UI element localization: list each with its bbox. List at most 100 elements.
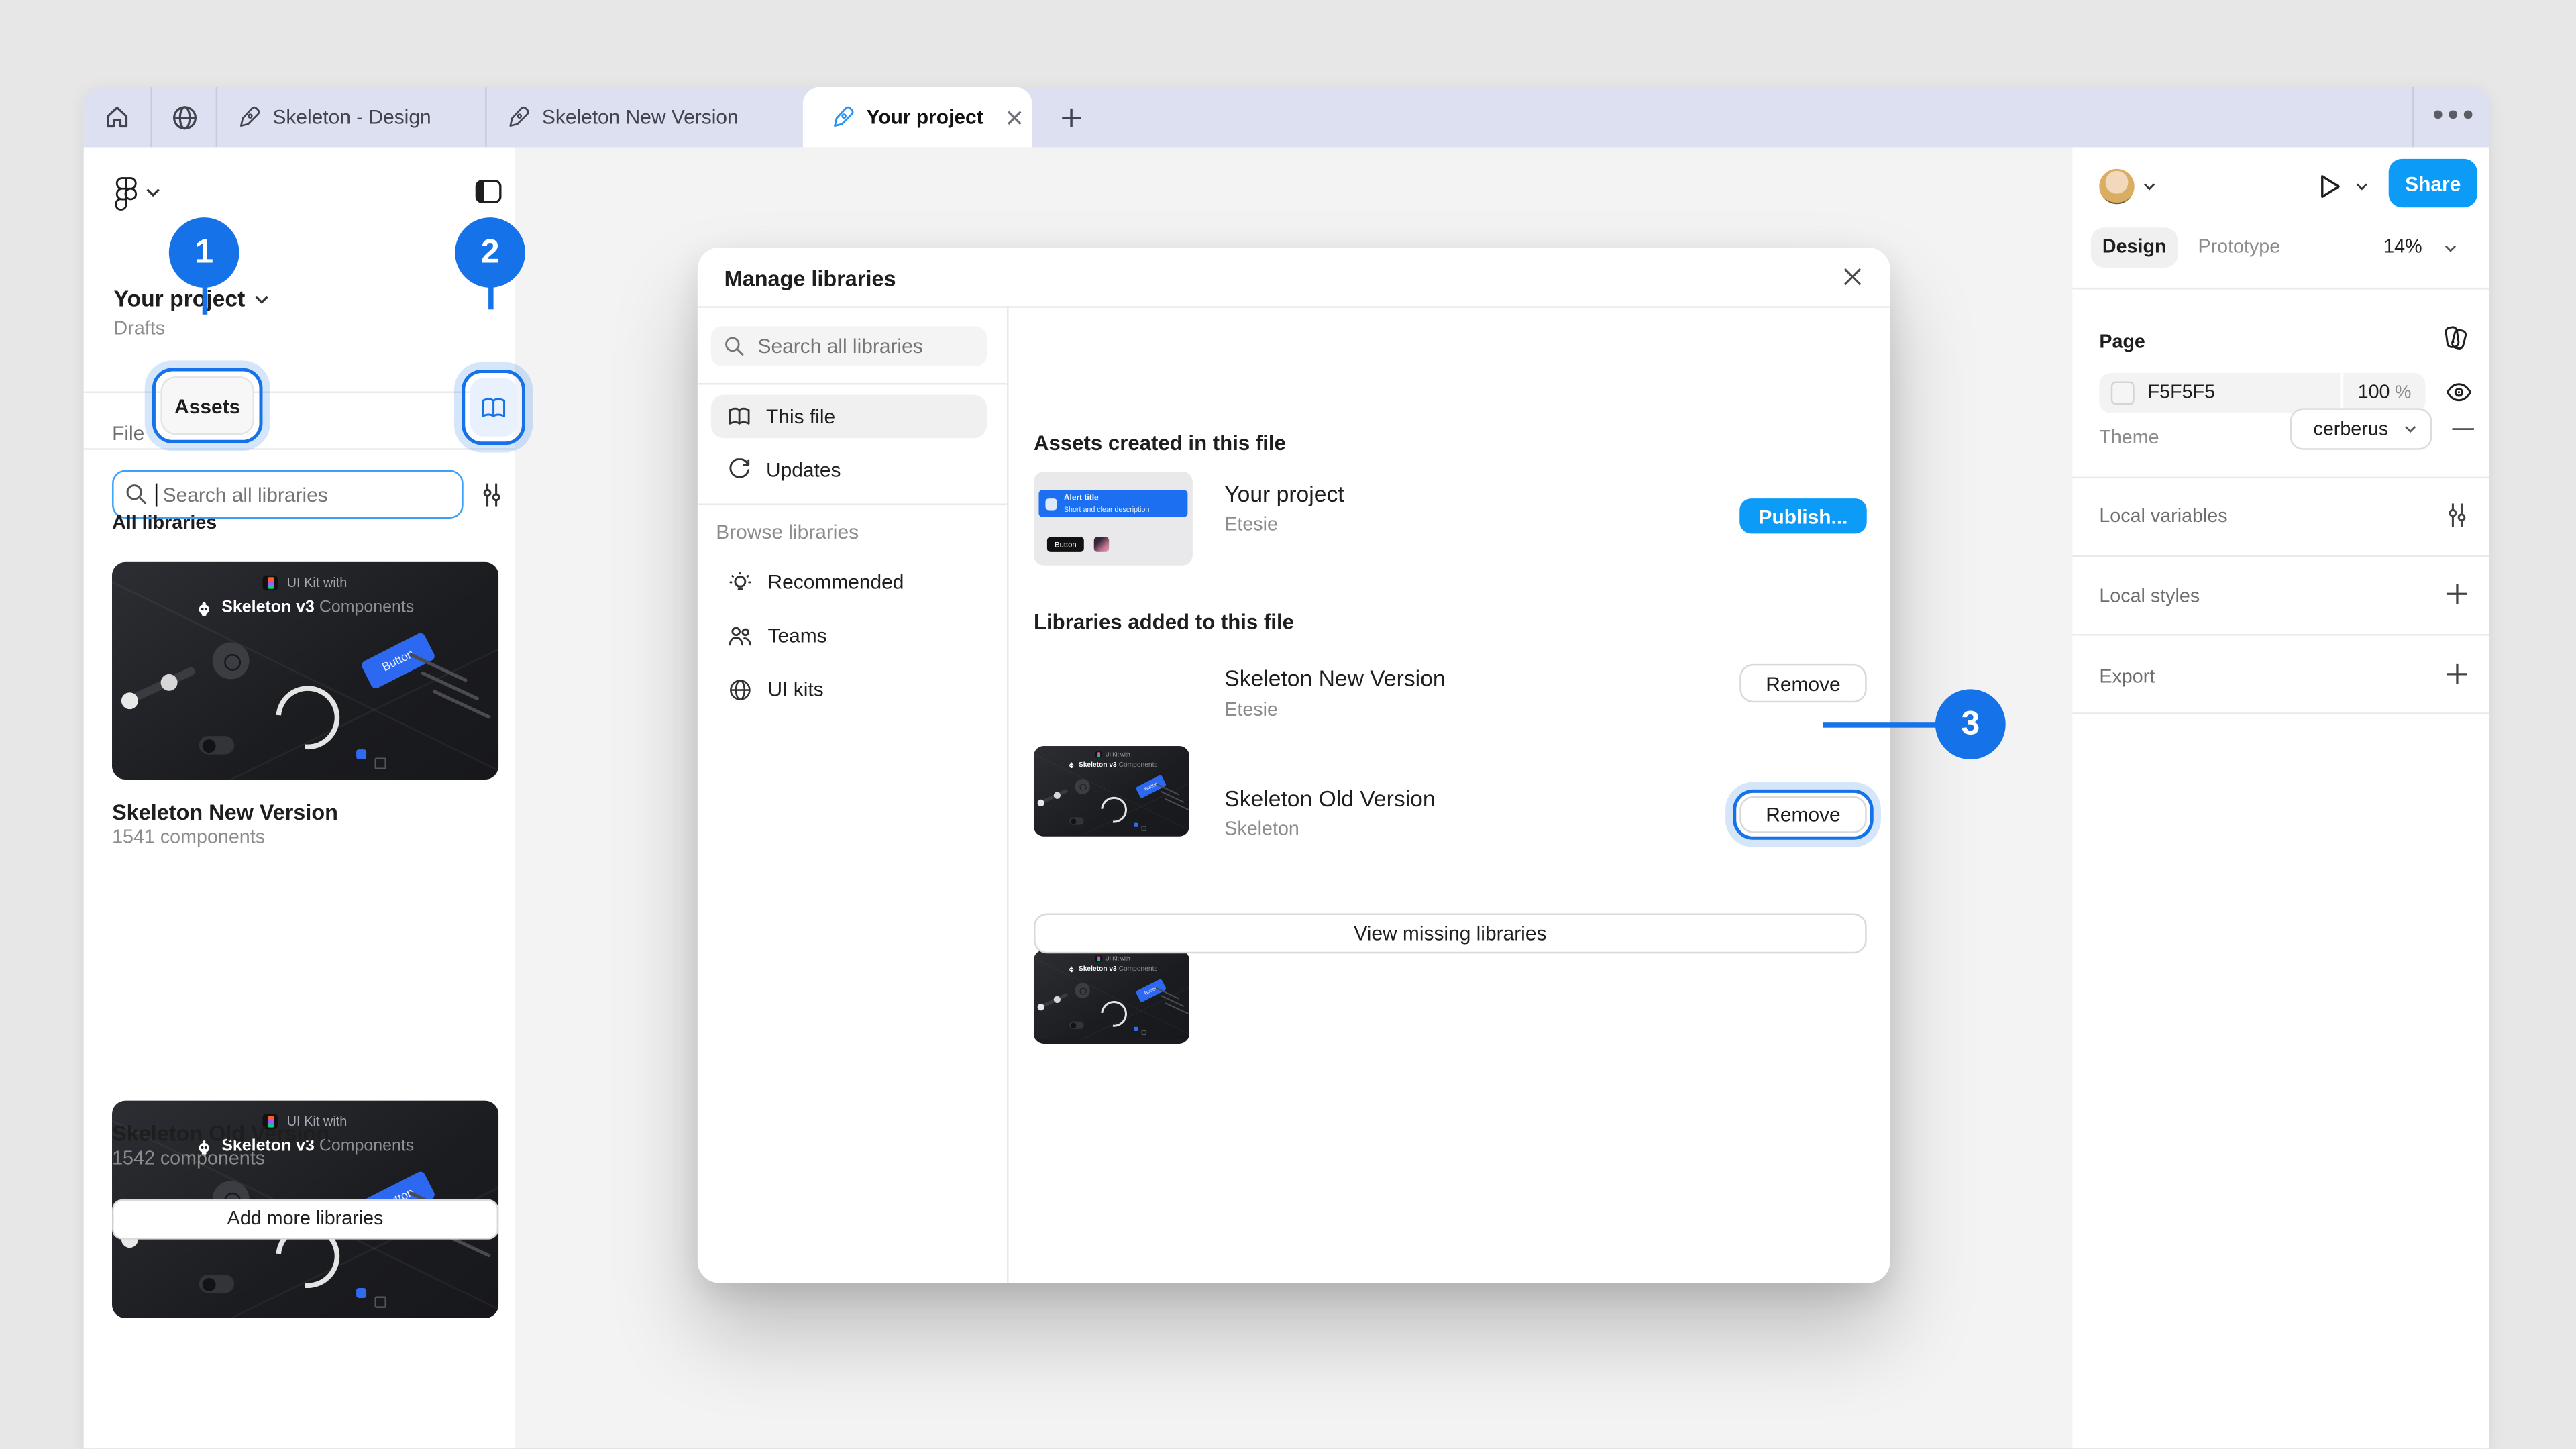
page-color-field[interactable]: F5F5F5 (2099, 373, 2340, 413)
eye-icon[interactable] (2445, 382, 2472, 403)
tab-your-project[interactable]: Your project (803, 87, 1032, 148)
text-caret (156, 482, 158, 506)
plus-icon[interactable] (2445, 662, 2469, 686)
sliders-icon[interactable] (2445, 502, 2469, 529)
library-row-subtitle: Etesie (1224, 701, 1278, 721)
figma-logo[interactable] (114, 176, 139, 211)
project-title[interactable]: Your project (114, 286, 246, 311)
tab-skeleton-design[interactable]: Skeleton - Design (217, 87, 485, 148)
all-libraries-heading: All libraries (112, 514, 217, 534)
close-icon[interactable] (1841, 266, 1863, 287)
more-icon (2434, 111, 2441, 118)
sidebar-search-input[interactable] (160, 481, 427, 508)
tab-label: Your project (867, 105, 983, 129)
new-tab-button[interactable] (1045, 87, 1095, 148)
annotation-stem-3 (1823, 722, 1937, 727)
chevron-down-icon[interactable] (2444, 244, 2457, 252)
chevron-down-icon[interactable] (2355, 182, 2369, 191)
your-project-thumbnail: Alert title Short and clear description … (1034, 472, 1193, 566)
library-name: Skeleton Old Version (112, 1121, 329, 1146)
annotation-stem-1 (203, 284, 207, 315)
filter-icon[interactable] (480, 482, 504, 508)
local-styles-label: Local styles (2099, 587, 2200, 607)
chevron-down-icon[interactable] (254, 294, 269, 305)
pen-nib-icon (831, 105, 855, 129)
community-tab[interactable] (152, 87, 216, 148)
nav-ui-kits[interactable]: UI kits (711, 667, 987, 711)
library-row-subtitle: Skeleton (1224, 820, 1299, 840)
library-card-skeleton-new[interactable]: UI Kit with Skeleton v3 Components Butto… (112, 562, 498, 780)
theme-label: Theme (2099, 428, 2159, 448)
color-hex-value[interactable]: F5F5F5 (2148, 383, 2215, 403)
nav-updates[interactable]: Updates (711, 448, 987, 492)
export-label: Export (2099, 667, 2155, 688)
library-row-thumbnail: UI Kit with Skeleton v3 Components Butto… (1034, 746, 1189, 837)
opacity-field[interactable]: 100 % (2342, 373, 2426, 413)
divider (2072, 477, 2489, 478)
chevron-down-icon[interactable] (2143, 182, 2156, 191)
view-missing-libraries-button[interactable]: View missing libraries (1034, 913, 1867, 953)
sidebar-search[interactable] (112, 470, 464, 519)
home-tab[interactable] (84, 87, 151, 148)
opacity-value[interactable]: 100 (2358, 383, 2390, 403)
tab-prototype[interactable]: Prototype (2198, 237, 2280, 258)
zoom-level[interactable]: 14% (2383, 237, 2422, 258)
tab-design[interactable]: Design (2091, 227, 2178, 268)
minus-icon[interactable] (2452, 427, 2473, 430)
window-more-button[interactable] (2434, 111, 2471, 118)
play-icon[interactable] (2316, 172, 2343, 201)
chevron-down-icon (2404, 425, 2417, 433)
publish-button[interactable]: Publish... (1739, 498, 1867, 533)
left-sidebar: Your project Drafts File Assets All libr… (84, 147, 515, 1448)
skull-icon (197, 600, 213, 616)
remove-button-new-version[interactable]: Remove (1739, 664, 1867, 702)
page-section-label: Page (2099, 333, 2145, 353)
share-button[interactable]: Share (2389, 159, 2477, 207)
styles-swatch-icon[interactable] (2444, 325, 2469, 352)
tab-file[interactable]: File (112, 421, 144, 445)
refresh-icon (728, 458, 751, 482)
dialog-search-input[interactable] (755, 333, 972, 360)
close-tab-icon[interactable] (1005, 108, 1023, 126)
right-sidebar: Share Design Prototype 14% Page F5F5F5 1… (2072, 147, 2489, 1448)
divider (1007, 306, 1008, 1283)
divider (698, 383, 1007, 384)
slider-decor (113, 649, 211, 726)
lightbulb-icon (728, 570, 753, 594)
library-components-count: 1541 components (112, 828, 265, 848)
book-icon (728, 407, 751, 427)
add-more-libraries-button[interactable]: Add more libraries (112, 1199, 498, 1240)
checkbox-decor (356, 749, 366, 759)
avatar-decor (1094, 537, 1109, 551)
annotation-badge-2: 2 (455, 217, 525, 288)
divider (698, 504, 1007, 505)
library-row-thumbnail: UI Kit with Skeleton v3 Components Butto… (1034, 950, 1189, 1044)
libraries-added-heading: Libraries added to this file (1034, 610, 1294, 634)
spinner-decor (263, 673, 352, 762)
tab-label: Skeleton - Design (272, 105, 431, 129)
dialog-search[interactable] (711, 326, 987, 366)
avatar-chip-decor (213, 643, 250, 680)
annotation-badge-1: 1 (169, 217, 239, 288)
divider (84, 391, 515, 392)
panel-toggle-icon[interactable] (475, 179, 502, 204)
plus-icon[interactable] (2445, 582, 2469, 606)
color-swatch[interactable] (2111, 382, 2135, 405)
chevron-down-icon[interactable] (146, 187, 160, 197)
opacity-unit: % (2395, 383, 2411, 403)
home-icon (104, 104, 131, 131)
nav-this-file[interactable]: This file (711, 394, 987, 438)
assets-created-heading: Assets created in this file (1034, 431, 1286, 455)
tab-skeleton-new-version[interactable]: Skeleton New Version (487, 87, 803, 148)
annotation-badge-3: 3 (1935, 689, 2006, 759)
nav-teams[interactable]: Teams (711, 614, 987, 657)
asset-title: Your project (1224, 482, 1344, 506)
tab-label: Skeleton New Version (542, 105, 739, 129)
avatar[interactable] (2099, 169, 2134, 204)
remove-button-old-version[interactable]: Remove (1739, 796, 1867, 833)
library-name: Skeleton New Version (112, 800, 338, 824)
tab-separator (2412, 87, 2414, 148)
search-icon (125, 484, 147, 505)
nav-recommended[interactable]: Recommended (711, 560, 987, 604)
theme-dropdown[interactable]: cerberus (2290, 408, 2432, 449)
